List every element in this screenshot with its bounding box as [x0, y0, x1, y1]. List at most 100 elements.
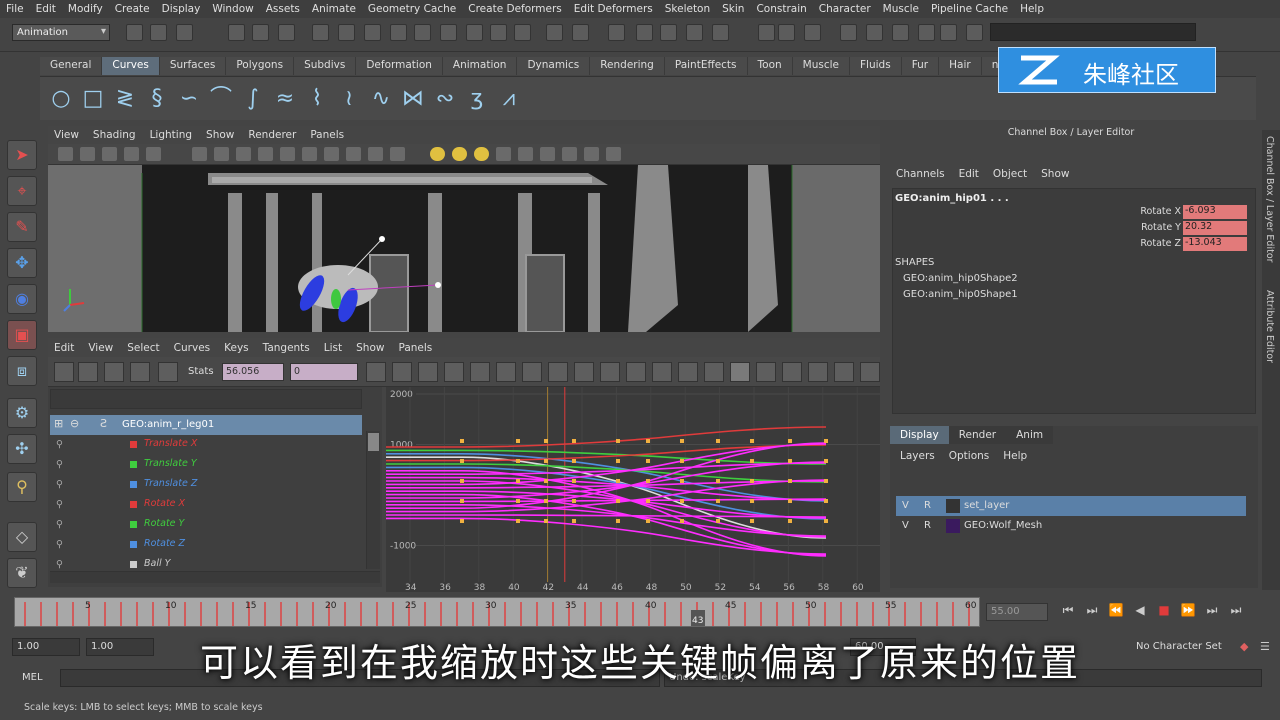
anim-curve[interactable] [386, 498, 827, 503]
stats-time-field[interactable]: 56.056 [222, 363, 284, 381]
menu-modify[interactable]: Modify [68, 3, 103, 15]
menu-create-deformers[interactable]: Create Deformers [468, 3, 562, 15]
channel-menu-edit[interactable]: Edit [959, 168, 979, 180]
keyframe[interactable] [646, 479, 650, 483]
tangent-tool-8-icon[interactable] [574, 362, 594, 382]
menu-window[interactable]: Window [212, 3, 253, 15]
keyframe[interactable] [460, 479, 464, 483]
viewport-tool-12-icon[interactable] [346, 147, 361, 161]
keyframe[interactable] [824, 519, 828, 523]
keyframe[interactable] [516, 459, 520, 463]
keyframe[interactable] [750, 479, 754, 483]
status-tool-13-icon[interactable] [490, 24, 507, 41]
outliner-root-row[interactable]: ⊞ ⊖ Ƨ GEO:anim_r_leg01 [50, 415, 362, 435]
outliner-channel-row[interactable]: ⚲ Translate X [50, 435, 362, 455]
tangent-tool-6-icon[interactable] [522, 362, 542, 382]
stop-icon[interactable]: ■ [1152, 603, 1176, 617]
keyframe[interactable] [750, 459, 754, 463]
smooth-curve-icon[interactable]: ʒ [464, 86, 490, 112]
keyframe[interactable] [544, 519, 548, 523]
stats-value-field[interactable]: 0 [290, 363, 358, 381]
viewport-tool-3-icon[interactable] [124, 147, 139, 161]
status-tool-4-icon[interactable] [252, 24, 269, 41]
circle-curve-icon[interactable]: ○ [48, 86, 74, 112]
viewport-tool-8-icon[interactable] [258, 147, 273, 161]
channel-attribute-row[interactable]: Rotate Z -13.043 [1117, 237, 1247, 252]
attribute-value[interactable]: -6.093 [1183, 205, 1247, 219]
viewport-tool-9-icon[interactable] [280, 147, 295, 161]
move-tool-icon[interactable]: ✥ [7, 248, 37, 278]
loft-icon[interactable]: ∿ [368, 86, 394, 112]
viewport-tool-10-icon[interactable] [302, 147, 317, 161]
tangent-tool-1-icon[interactable] [392, 362, 412, 382]
viewport-tool-6-icon[interactable] [214, 147, 229, 161]
keyframe[interactable] [572, 479, 576, 483]
shelf-tab-subdivs[interactable]: Subdivs [294, 57, 357, 75]
status-tool-15-icon[interactable] [546, 24, 563, 41]
status-tool-10-icon[interactable] [414, 24, 431, 41]
layer-render-toggle[interactable]: R [924, 520, 931, 531]
layer-visibility-toggle[interactable]: V [902, 500, 909, 511]
status-tool-0-icon[interactable] [126, 24, 143, 41]
graph-editor-curves[interactable]: 20001000-1000-20003436384042444648505254… [386, 387, 880, 592]
viewport-tool-20-icon[interactable] [540, 147, 555, 161]
keyframe[interactable] [460, 439, 464, 443]
quick-input-field[interactable] [990, 23, 1196, 41]
graph-tool-1-icon[interactable] [78, 362, 98, 382]
keyframe[interactable] [572, 499, 576, 503]
layout-quad-icon[interactable]: ❦ [7, 558, 37, 588]
keyframe[interactable] [460, 519, 464, 523]
shelf-tab-fluids[interactable]: Fluids [850, 57, 902, 75]
viewport-tool-5-icon[interactable] [192, 147, 207, 161]
layer-tab-display[interactable]: Display [890, 426, 949, 444]
status-tool-29-icon[interactable] [940, 24, 957, 41]
status-tool-14-icon[interactable] [514, 24, 531, 41]
shelf-tab-toon[interactable]: Toon [747, 57, 793, 75]
graph-menu-edit[interactable]: Edit [54, 342, 74, 354]
selected-object-name[interactable]: GEO:anim_hip01 . . . [895, 193, 1009, 204]
graph-menu-list[interactable]: List [324, 342, 342, 354]
status-tool-30-icon[interactable] [966, 24, 983, 41]
viewport-tool-4-icon[interactable] [146, 147, 161, 161]
status-tool-25-icon[interactable] [840, 24, 857, 41]
square-curve-icon[interactable]: □ [80, 86, 106, 112]
show-manip-icon[interactable]: ✣ [7, 434, 37, 464]
viewport-tool-11-icon[interactable] [324, 147, 339, 161]
status-tool-24-icon[interactable] [804, 24, 821, 41]
current-time-field[interactable]: 55.00 [986, 603, 1048, 621]
status-tool-5-icon[interactable] [278, 24, 295, 41]
play-backward-icon[interactable]: ◀ [1128, 603, 1152, 617]
layer-tab-render[interactable]: Render [948, 426, 1007, 444]
reverse-curve-icon[interactable]: ∾ [432, 86, 458, 112]
keyframe[interactable] [460, 499, 464, 503]
keyframe[interactable] [646, 519, 650, 523]
keyframe[interactable] [788, 439, 792, 443]
graph-menu-select[interactable]: Select [127, 342, 159, 354]
keyframe[interactable] [616, 479, 620, 483]
offset-curve-icon[interactable]: ≀ [336, 86, 362, 112]
layer-visibility-toggle[interactable]: V [902, 520, 909, 531]
keyframe[interactable] [646, 499, 650, 503]
viewport-menu-panels[interactable]: Panels [310, 129, 344, 141]
keyframe[interactable] [460, 459, 464, 463]
viewport-menu-lighting[interactable]: Lighting [150, 129, 192, 141]
keyframe[interactable] [716, 519, 720, 523]
keyframe[interactable] [788, 519, 792, 523]
keyframe[interactable] [544, 499, 548, 503]
attach-curve-icon[interactable]: ∫ [240, 86, 266, 112]
viewport-tool-2-icon[interactable] [102, 147, 117, 161]
attribute-value[interactable]: 20.32 [1183, 221, 1247, 235]
status-tool-17-icon[interactable] [608, 24, 625, 41]
keyframe[interactable] [616, 439, 620, 443]
status-tool-8-icon[interactable] [364, 24, 381, 41]
viewport-tool-14-icon[interactable] [390, 147, 405, 161]
shelf-tab-dynamics[interactable]: Dynamics [517, 57, 591, 75]
keyframe[interactable] [616, 499, 620, 503]
status-tool-7-icon[interactable] [338, 24, 355, 41]
shelf-tab-fur[interactable]: Fur [901, 57, 940, 75]
keyframe[interactable] [716, 439, 720, 443]
tangent-tool-10-icon[interactable] [626, 362, 646, 382]
viewport-tool-13-icon[interactable] [368, 147, 383, 161]
keyframe[interactable] [680, 459, 684, 463]
status-tool-16-icon[interactable] [572, 24, 589, 41]
